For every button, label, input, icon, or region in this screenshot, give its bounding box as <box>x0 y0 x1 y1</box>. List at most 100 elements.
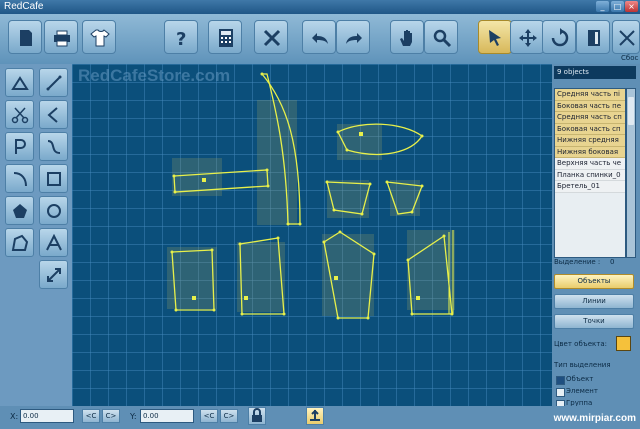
new-document-button[interactable] <box>8 20 42 54</box>
selection-type-object-checkbox[interactable] <box>556 376 565 385</box>
pattern-canvas[interactable]: RedCafeStore.com <box>72 64 552 406</box>
app-title: RedCafe <box>4 1 44 12</box>
maximize-button[interactable]: □ <box>611 1 624 12</box>
help-button[interactable]: ? <box>164 20 198 54</box>
polygon-fill-tool[interactable] <box>5 196 34 225</box>
p-tool[interactable] <box>5 132 34 161</box>
calculator-button[interactable] <box>208 20 242 54</box>
lines-mode-button[interactable]: Линии <box>554 294 634 309</box>
print-icon <box>54 30 70 47</box>
rotate-button[interactable] <box>542 20 576 54</box>
triangle-tool[interactable] <box>5 68 34 97</box>
zoom-icon <box>433 29 452 48</box>
scale-tool[interactable] <box>39 260 68 289</box>
undo-button[interactable] <box>302 20 336 54</box>
rectangle-icon <box>47 172 61 186</box>
object-color-swatch[interactable] <box>616 336 631 351</box>
x-coordinate-field[interactable]: 0.00 <box>20 409 74 423</box>
y-prev-button[interactable]: <C <box>200 409 218 423</box>
freeform-polygon-tool[interactable] <box>5 228 34 257</box>
minimize-button[interactable]: _ <box>596 1 609 12</box>
close-button[interactable]: × <box>625 1 638 12</box>
list-item[interactable]: Средняя часть сп <box>555 112 625 124</box>
scrollbar-thumb[interactable] <box>628 97 634 125</box>
print-button[interactable] <box>44 20 78 54</box>
selection-type-label: Тип выделения <box>554 361 611 369</box>
lock-coordinates-button[interactable] <box>248 407 266 425</box>
pattern-pieces <box>167 72 455 320</box>
select-arrow-icon <box>489 30 501 46</box>
arc-tool[interactable] <box>5 164 34 193</box>
list-item[interactable]: Верхняя часть че <box>555 158 625 170</box>
site-url: www.mirpiar.com <box>553 413 636 424</box>
line-tool[interactable] <box>39 68 68 97</box>
angle-tool[interactable] <box>39 100 68 129</box>
p-tool-icon <box>15 139 26 154</box>
object-list[interactable]: Средняя часть пі Боковая часть пе Средня… <box>554 88 626 258</box>
svg-text:?: ? <box>176 29 186 48</box>
arc-icon <box>13 172 27 187</box>
mirror-button[interactable] <box>576 20 610 54</box>
move-button[interactable] <box>510 20 544 54</box>
line-tool-icon <box>46 75 62 91</box>
reset-button[interactable]: Сбос <box>612 20 640 62</box>
list-item[interactable]: Средняя часть пі <box>555 89 625 101</box>
list-item[interactable]: Бретель_01 <box>555 181 625 193</box>
circle-tool[interactable] <box>39 196 68 225</box>
scissors-tool[interactable] <box>5 100 34 129</box>
mirror-icon <box>588 30 600 46</box>
reset-button-label: Сбос <box>621 54 639 62</box>
cut-button[interactable] <box>254 20 288 54</box>
scale-arrow-icon <box>47 268 61 282</box>
x-label: X: <box>10 412 19 421</box>
new-document-icon <box>20 30 32 46</box>
curve-icon <box>47 140 61 154</box>
list-item[interactable]: Нижняя средняя <box>555 135 625 147</box>
zoom-button[interactable] <box>424 20 458 54</box>
selection-type-element-checkbox[interactable] <box>556 388 565 397</box>
title-bar: RedCafe _ □ × <box>0 0 640 14</box>
object-color-label: Цвет объекта: <box>554 340 607 348</box>
text-tool[interactable] <box>39 228 68 257</box>
anchor-icon <box>310 409 320 421</box>
object-list-scrollbar[interactable] <box>626 88 636 258</box>
x-next-button[interactable]: C> <box>102 409 120 423</box>
drawing-tools-panel <box>0 64 72 406</box>
selection-value: 0 <box>610 258 615 266</box>
angle-icon <box>47 107 58 123</box>
select-button[interactable] <box>478 20 512 54</box>
polygon-fill-icon <box>13 204 27 218</box>
selection-type-element-label: Элемент <box>566 387 598 395</box>
anchor-point-button[interactable] <box>306 407 324 425</box>
pan-button[interactable] <box>390 20 424 54</box>
triangle-icon <box>11 76 29 90</box>
redo-button[interactable] <box>336 20 370 54</box>
selection-type-object-label: Объект <box>566 375 594 383</box>
objects-panel: 9 objects Средняя часть пі Боковая часть… <box>552 64 640 407</box>
shirt-icon <box>90 29 110 47</box>
list-item[interactable]: Нижняя боковая <box>555 146 625 158</box>
main-toolbar: ? Сбос <box>0 14 640 64</box>
object-count: 9 objects <box>554 66 636 79</box>
list-item[interactable]: Боковая часть сп <box>555 123 625 135</box>
list-item[interactable]: Планка спинки_0 <box>555 169 625 181</box>
hand-pan-icon <box>400 30 412 46</box>
list-item[interactable]: Боковая часть пе <box>555 100 625 112</box>
help-icon: ? <box>176 29 186 48</box>
rectangle-tool[interactable] <box>39 164 68 193</box>
objects-mode-button[interactable]: Объекты <box>554 274 634 289</box>
x-prev-button[interactable]: <C <box>82 409 100 423</box>
y-coordinate-field[interactable]: 0.00 <box>140 409 194 423</box>
points-mode-button[interactable]: Точки <box>554 314 634 329</box>
garment-button[interactable] <box>82 20 116 54</box>
scissors-icon <box>11 107 29 124</box>
lock-icon <box>252 408 262 422</box>
selection-label: Выделение : <box>554 258 601 266</box>
rotate-icon <box>551 28 569 47</box>
y-next-button[interactable]: C> <box>220 409 238 423</box>
redo-icon <box>346 33 362 44</box>
y-label: Y: <box>130 412 137 421</box>
undo-icon <box>312 33 328 44</box>
curve-tool[interactable] <box>39 132 68 161</box>
calculator-icon <box>219 29 233 47</box>
